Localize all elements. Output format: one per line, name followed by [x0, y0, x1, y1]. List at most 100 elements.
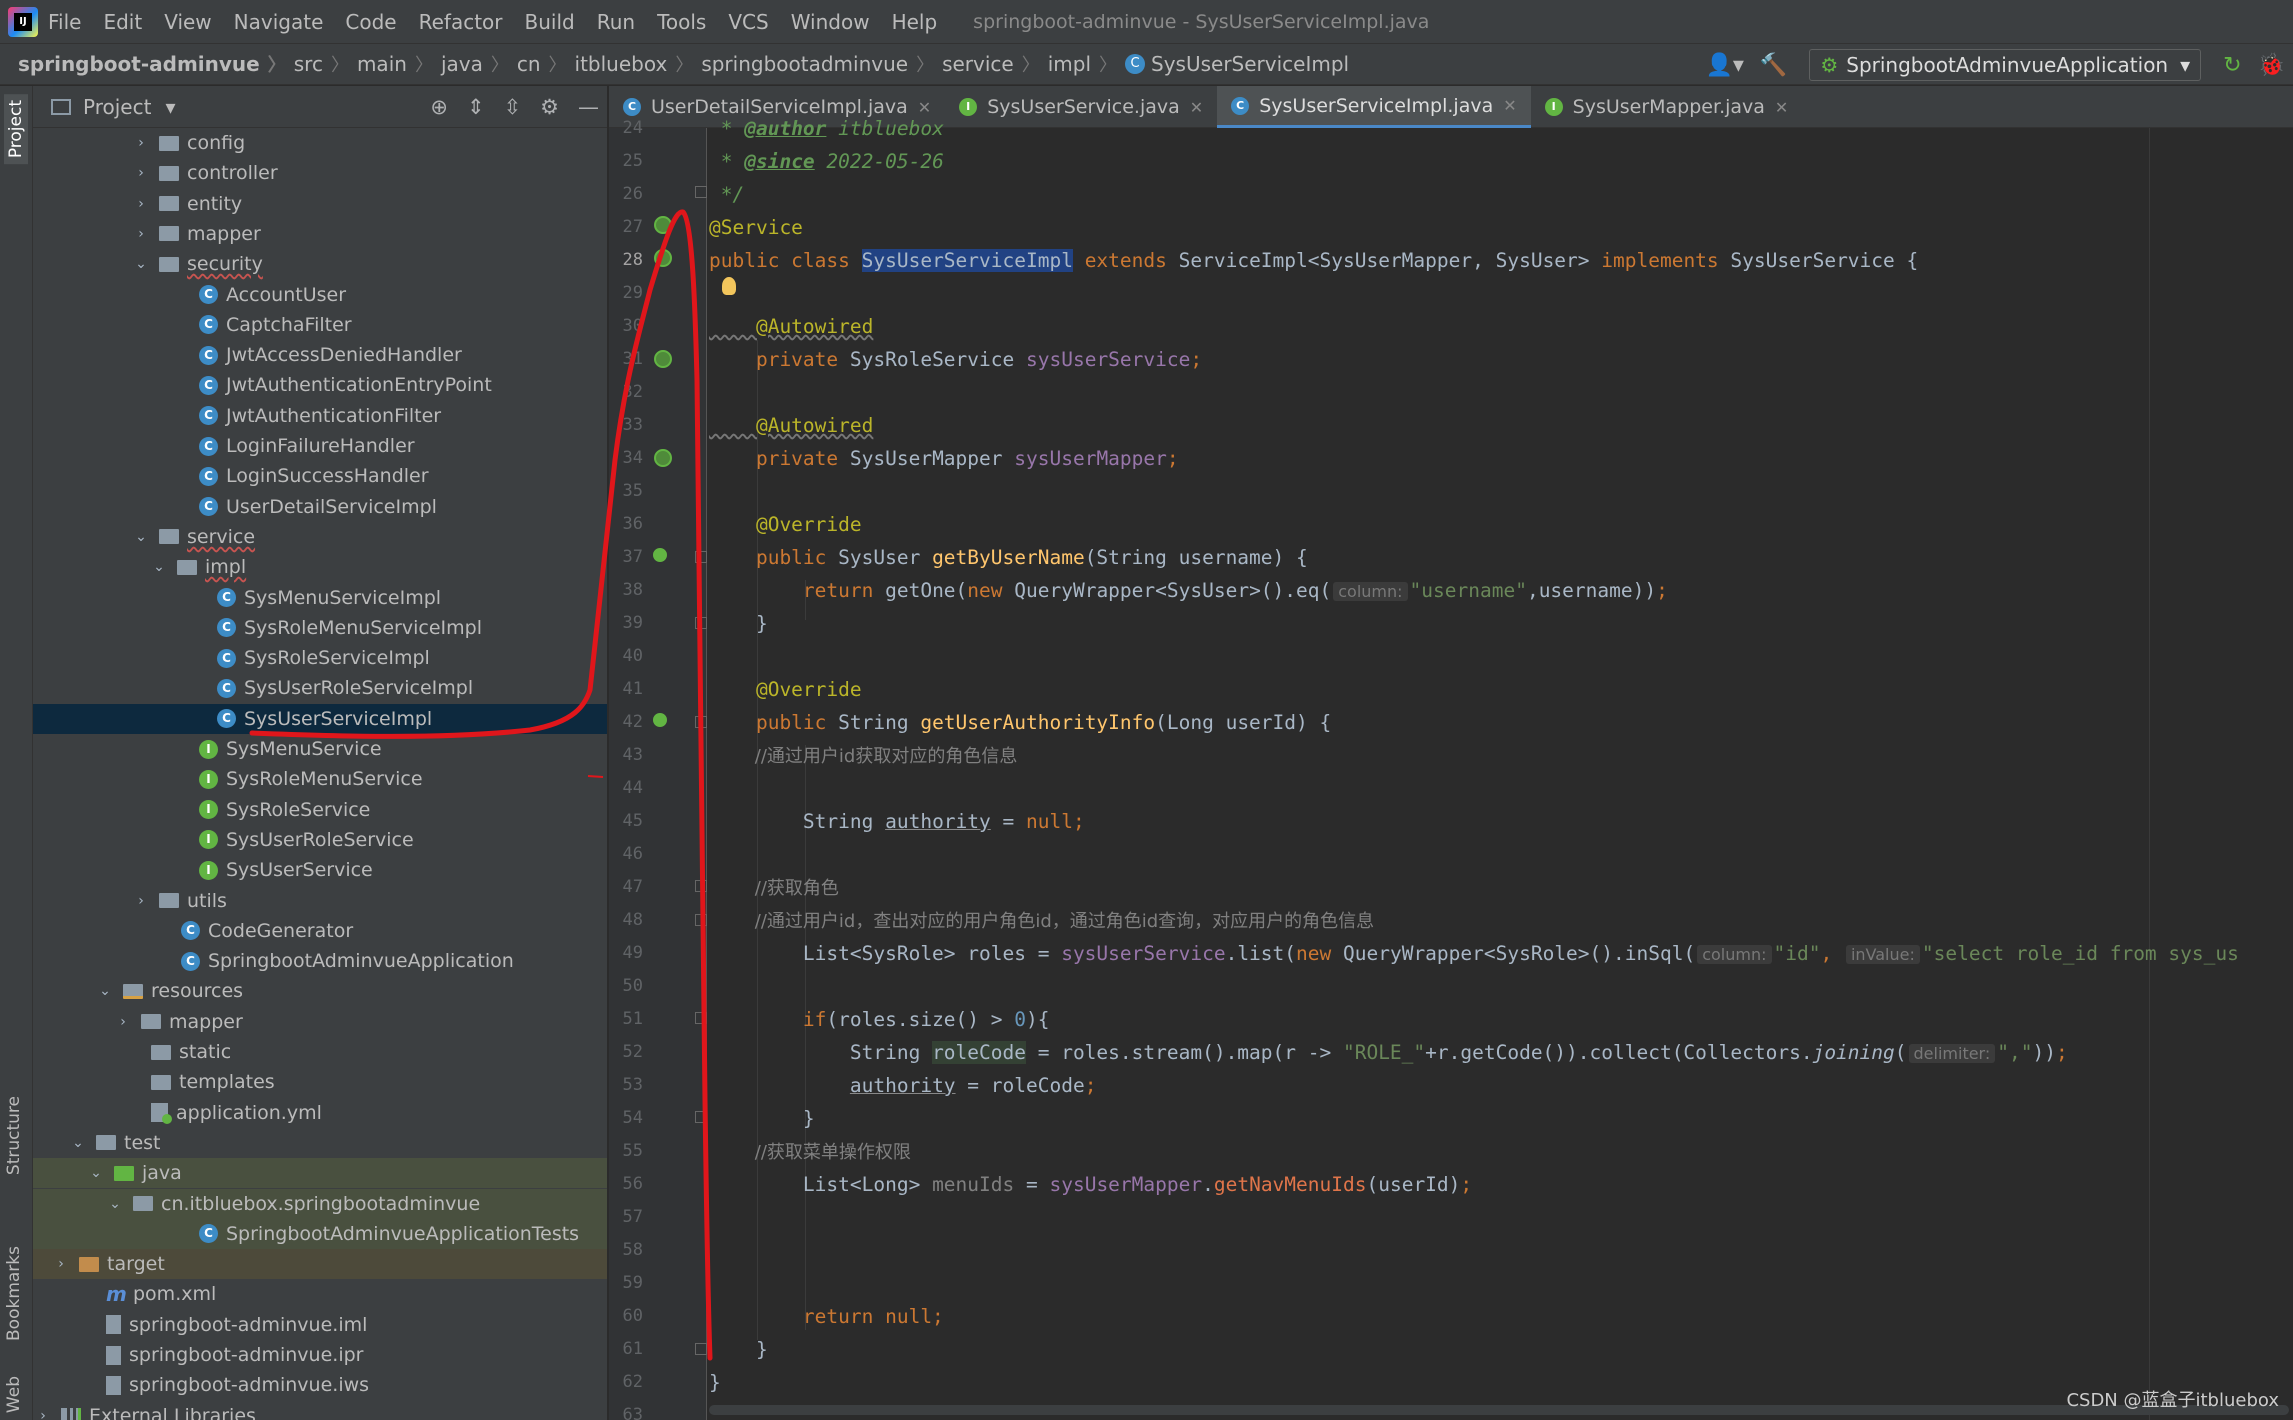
tree-item[interactable]: I SysRoleService — [33, 795, 607, 825]
chevron-down-icon[interactable]: ⌄ — [97, 983, 113, 999]
tree-item[interactable]: › entity — [33, 189, 607, 219]
override-method-icon[interactable] — [653, 713, 667, 727]
fold-icon[interactable] — [695, 1012, 707, 1024]
fold-icon[interactable] — [695, 186, 707, 198]
breadcrumb-itbluebox[interactable]: itbluebox 〉 — [575, 51, 702, 77]
menu-refactor[interactable]: Refactor — [419, 10, 503, 34]
user-account-icon[interactable]: 👤▾ — [1705, 53, 1743, 78]
menu-help[interactable]: Help — [892, 10, 938, 34]
breadcrumb-springbootadminvue[interactable]: springbootadminvue 〉 — [701, 51, 942, 77]
override-method-icon[interactable] — [653, 548, 667, 562]
tree-item[interactable]: C CaptchaFilter — [33, 310, 607, 340]
menu-vcs[interactable]: VCS — [728, 10, 768, 34]
fold-icon[interactable] — [695, 617, 707, 629]
menu-view[interactable]: View — [164, 10, 211, 34]
tree-item[interactable]: springboot-adminvue.iws — [33, 1370, 607, 1400]
close-icon[interactable]: ✕ — [1503, 96, 1516, 115]
tree-item[interactable]: ⌄ security — [33, 249, 607, 279]
code-editor[interactable] — [708, 128, 2293, 1420]
tab-sysuserserviceimpl[interactable]: C SysUserServiceImpl.java ✕ — [1217, 86, 1531, 128]
tree-item[interactable]: ⌄ service — [33, 522, 607, 552]
tree-item[interactable]: ⌄ test — [33, 1128, 607, 1158]
tree-item[interactable]: springboot-adminvue.ipr — [33, 1340, 607, 1370]
build-hammer-icon[interactable]: 🔨 — [1760, 53, 1787, 78]
expand-all-icon[interactable]: ⇕ — [467, 95, 485, 119]
fold-icon[interactable] — [695, 1111, 707, 1123]
project-panel-title[interactable]: Project — [83, 95, 151, 119]
chevron-down-icon[interactable]: ⌄ — [133, 529, 149, 545]
chevron-right-icon[interactable]: › — [133, 196, 149, 212]
tree-item[interactable]: ⌄ resources — [33, 976, 607, 1006]
fold-icon[interactable] — [695, 1343, 707, 1355]
chevron-right-icon[interactable]: › — [133, 893, 149, 909]
chevron-right-icon[interactable]: › — [35, 1408, 51, 1420]
intention-bulb-icon[interactable] — [722, 277, 736, 295]
tree-item[interactable]: templates — [33, 1067, 607, 1097]
close-icon[interactable]: ✕ — [1775, 98, 1788, 117]
locate-file-icon[interactable]: ⊕ — [430, 95, 448, 119]
tree-item[interactable]: › target — [33, 1249, 607, 1280]
chevron-right-icon[interactable]: › — [133, 165, 149, 181]
tree-item[interactable]: › External Libraries — [33, 1401, 607, 1420]
menu-tools[interactable]: Tools — [657, 10, 706, 34]
chevron-down-icon[interactable]: ⌄ — [88, 1165, 104, 1181]
tree-item[interactable]: › utils — [33, 886, 607, 916]
autowired-gutter-icon[interactable] — [654, 449, 672, 467]
tree-item[interactable]: › controller — [33, 158, 607, 188]
autowired-gutter-icon[interactable] — [654, 350, 672, 368]
settings-gear-icon[interactable]: ⚙ — [540, 95, 559, 119]
breadcrumb-java[interactable]: java 〉 — [441, 51, 517, 77]
tree-item[interactable]: C LoginFailureHandler — [33, 431, 607, 461]
menu-build[interactable]: Build — [525, 10, 575, 34]
breadcrumb-main[interactable]: main 〉 — [357, 51, 441, 77]
breadcrumb-project[interactable]: springboot-adminvue 〉 — [18, 51, 294, 77]
menu-code[interactable]: Code — [345, 10, 396, 34]
tree-item[interactable]: C SysMenuServiceImpl — [33, 583, 607, 613]
tree-item[interactable]: C SysRoleServiceImpl — [33, 643, 607, 673]
chevron-right-icon[interactable]: › — [133, 135, 149, 151]
editor-horizontal-scrollbar[interactable] — [709, 1405, 2289, 1415]
tree-item[interactable]: I SysUserService — [33, 855, 607, 885]
fold-icon[interactable] — [695, 551, 707, 563]
tree-item[interactable]: C UserDetailServiceImpl — [33, 492, 607, 522]
chevron-down-icon[interactable]: ⌄ — [70, 1135, 86, 1151]
tree-item[interactable]: C SpringbootAdminvueApplicationTests — [33, 1218, 607, 1249]
menu-navigate[interactable]: Navigate — [234, 10, 324, 34]
tab-sysuserservice[interactable]: I SysUserService.java ✕ — [945, 86, 1217, 128]
menu-run[interactable]: Run — [597, 10, 635, 34]
tree-item[interactable]: C LoginSuccessHandler — [33, 461, 607, 491]
tree-item[interactable]: C SysUserServiceImpl — [33, 703, 607, 734]
tree-item[interactable]: › mapper — [33, 219, 607, 249]
chevron-down-icon[interactable]: ⌄ — [133, 256, 149, 272]
tree-item[interactable]: I SysUserRoleService — [33, 825, 607, 855]
tree-item[interactable]: I SysMenuService — [33, 734, 607, 764]
breadcrumb-cn[interactable]: cn 〉 — [517, 51, 575, 77]
tree-item[interactable]: application.yml — [33, 1098, 607, 1128]
fold-icon[interactable] — [695, 716, 707, 728]
chevron-down-icon[interactable]: ⌄ — [151, 559, 167, 575]
tool-tab-structure[interactable]: Structure — [4, 1096, 24, 1175]
chevron-right-icon[interactable]: › — [115, 1014, 131, 1030]
hide-panel-icon[interactable]: — — [578, 95, 599, 119]
breadcrumb-service[interactable]: service 〉 — [942, 51, 1048, 77]
spring-bean-gutter-icon[interactable] — [654, 216, 672, 234]
tree-item[interactable]: C JwtAuthenticationEntryPoint — [33, 370, 607, 400]
tree-item[interactable]: m pom.xml — [33, 1279, 607, 1309]
fold-icon[interactable] — [695, 880, 707, 892]
tree-item[interactable]: C JwtAuthenticationFilter — [33, 401, 607, 431]
breadcrumb-src[interactable]: src 〉 — [294, 51, 357, 77]
tree-item[interactable]: C SysRoleMenuServiceImpl — [33, 613, 607, 643]
tree-item[interactable]: C AccountUser — [33, 280, 607, 310]
menu-file[interactable]: File — [48, 10, 81, 34]
tree-item[interactable]: ⌄ java — [33, 1158, 607, 1189]
tree-item[interactable]: › config — [33, 128, 607, 158]
tree-item[interactable]: C JwtAccessDeniedHandler — [33, 340, 607, 370]
chevron-down-icon[interactable]: ▾ — [165, 95, 175, 119]
menu-edit[interactable]: Edit — [103, 10, 142, 34]
tree-item[interactable]: static — [33, 1037, 607, 1067]
tree-item[interactable]: ⌄ cn.itbluebox.springbootadminvue — [33, 1188, 607, 1219]
collapse-all-icon[interactable]: ⇳ — [504, 95, 522, 119]
tool-tab-web[interactable]: Web — [4, 1376, 24, 1413]
breadcrumb-impl[interactable]: impl 〉 — [1048, 51, 1125, 77]
close-icon[interactable]: ✕ — [1190, 98, 1203, 117]
